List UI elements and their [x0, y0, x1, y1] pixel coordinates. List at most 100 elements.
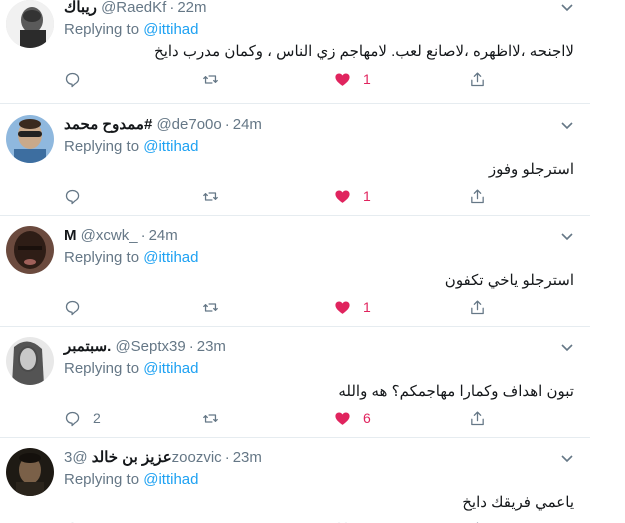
reply-icon: [65, 189, 80, 204]
heart-icon: [335, 72, 350, 86]
share-icon: [471, 410, 484, 425]
like-button[interactable]: 1: [334, 187, 371, 205]
avatar[interactable]: [6, 337, 54, 385]
like-count: 6: [363, 410, 371, 426]
avatar-photo: [6, 0, 54, 48]
chevron-down-icon[interactable]: [560, 340, 574, 354]
replying-to: Replying to @ittihad: [64, 248, 198, 268]
tweet-text: استرجلو ياخي تكفون: [444, 272, 574, 289]
avatar[interactable]: [6, 226, 54, 274]
tweet[interactable]: سبتمبر. @Septx39 · 23m Replying to @ittiha…: [0, 327, 590, 438]
retweet-button[interactable]: [202, 298, 219, 316]
avatar-photo: [6, 337, 54, 385]
user-handle[interactable]: @RaedKf: [101, 0, 166, 16]
display-name[interactable]: سبتمبر.: [64, 338, 111, 355]
display-name[interactable]: M: [64, 227, 77, 244]
reply-button[interactable]: [64, 187, 93, 205]
separator-dot: ·: [140, 227, 146, 244]
separator-dot: ·: [169, 0, 175, 16]
avatar[interactable]: [6, 0, 54, 48]
reply-button[interactable]: [64, 298, 93, 316]
share-icon: [471, 299, 484, 314]
heart-icon: [335, 411, 350, 425]
separator-dot: ·: [188, 338, 194, 355]
retweet-icon: [203, 302, 218, 312]
share-button[interactable]: [469, 187, 486, 205]
retweet-icon: [203, 191, 218, 201]
replying-label: Replying to: [64, 138, 140, 155]
retweet-button[interactable]: [202, 409, 219, 427]
tweet-actions: 2 6: [64, 409, 494, 427]
tweet-actions: 1: [64, 298, 494, 316]
tweet[interactable]: M @xcwk_ · 24m Replying to @ittihad استرجل…: [0, 216, 590, 327]
mention-link[interactable]: @ittihad: [143, 471, 198, 488]
display-name[interactable]: ممدوح محمد#: [64, 116, 152, 133]
like-count: 1: [363, 299, 371, 315]
share-icon: [471, 71, 484, 86]
tweet-header: عزيز بن خالد @3zoozvic · 23m: [64, 448, 262, 468]
chevron-down-icon[interactable]: [560, 229, 574, 243]
separator-dot: ·: [224, 116, 230, 133]
retweet-button[interactable]: [202, 70, 219, 88]
heart-icon: [335, 189, 350, 203]
chevron-down-icon[interactable]: [560, 0, 574, 14]
timestamp[interactable]: 24m: [149, 227, 178, 244]
retweet-button[interactable]: [202, 187, 219, 205]
mention-link[interactable]: @ittihad: [143, 360, 198, 377]
reply-count: 2: [93, 410, 101, 426]
avatar-photo: [6, 226, 54, 274]
reply-icon: [65, 300, 80, 315]
timestamp[interactable]: 23m: [197, 338, 226, 355]
like-count: 1: [363, 71, 371, 87]
avatar-photo: [6, 448, 54, 496]
replying-label: Replying to: [64, 360, 140, 377]
tweet-header: ريباك @RaedKf · 22m: [64, 0, 207, 18]
user-handle[interactable]: @xcwk_: [81, 227, 138, 244]
tweet[interactable]: ريباك @RaedKf · 22m Replying to @ittihad ل…: [0, 0, 590, 104]
heart-icon: [335, 300, 350, 314]
share-button[interactable]: [469, 298, 486, 316]
like-button[interactable]: 6: [334, 409, 371, 427]
chevron-down-icon[interactable]: [560, 118, 574, 132]
timestamp[interactable]: 23m: [233, 449, 262, 466]
user-handle[interactable]: @Septx39: [115, 338, 185, 355]
timestamp[interactable]: 22m: [177, 0, 206, 16]
reply-icon: [65, 411, 80, 426]
mention-link[interactable]: @ittihad: [143, 138, 198, 155]
avatar-photo: [6, 115, 54, 163]
chevron-down-icon[interactable]: [560, 451, 574, 465]
reply-icon: [65, 72, 80, 87]
like-button[interactable]: 1: [334, 298, 371, 316]
tweet-actions: 1: [64, 70, 494, 88]
share-icon: [471, 188, 484, 203]
tweet-actions: 1: [64, 187, 494, 205]
tweet-header: ممدوح محمد# @de7o0o · 24m: [64, 115, 262, 135]
display-name[interactable]: ريباك: [64, 0, 97, 16]
display-name[interactable]: عزيز بن خالد: [92, 449, 172, 466]
share-button[interactable]: [469, 409, 486, 427]
tweet[interactable]: ممدوح محمد# @de7o0o · 24m Replying to @itt…: [0, 105, 590, 216]
reply-button[interactable]: 2: [64, 409, 101, 427]
avatar[interactable]: [6, 115, 54, 163]
tweet-text: استرجلو وفوز: [488, 161, 574, 178]
reply-button[interactable]: [64, 70, 93, 88]
tweet[interactable]: عزيز بن خالد @3zoozvic · 23m Replying to @…: [0, 438, 590, 523]
user-handle[interactable]: @de7o0o: [156, 116, 221, 133]
replying-to: Replying to @ittihad: [64, 470, 198, 490]
tweet-text: تبون اهداف وكمارا مهاجمكم؟ هه والله: [338, 383, 574, 400]
tweet-text: لااجنحه ،لااظهره ،لاصانع لعب. لامهاجم زي…: [154, 43, 574, 60]
tweet-header: سبتمبر. @Septx39 · 23m: [64, 337, 226, 357]
timestamp[interactable]: 24m: [233, 116, 262, 133]
reply-feed: ريباك @RaedKf · 22m Replying to @ittihad ل…: [0, 0, 590, 523]
avatar[interactable]: [6, 448, 54, 496]
replying-to: Replying to @ittihad: [64, 359, 198, 379]
like-button[interactable]: 1: [334, 70, 371, 88]
retweet-icon: [203, 74, 218, 84]
replying-label: Replying to: [64, 471, 140, 488]
share-button[interactable]: [469, 70, 486, 88]
mention-link[interactable]: @ittihad: [143, 21, 198, 38]
mention-link[interactable]: @ittihad: [143, 249, 198, 266]
replying-to: Replying to @ittihad: [64, 20, 198, 40]
replying-to: Replying to @ittihad: [64, 137, 198, 157]
retweet-icon: [203, 413, 218, 423]
